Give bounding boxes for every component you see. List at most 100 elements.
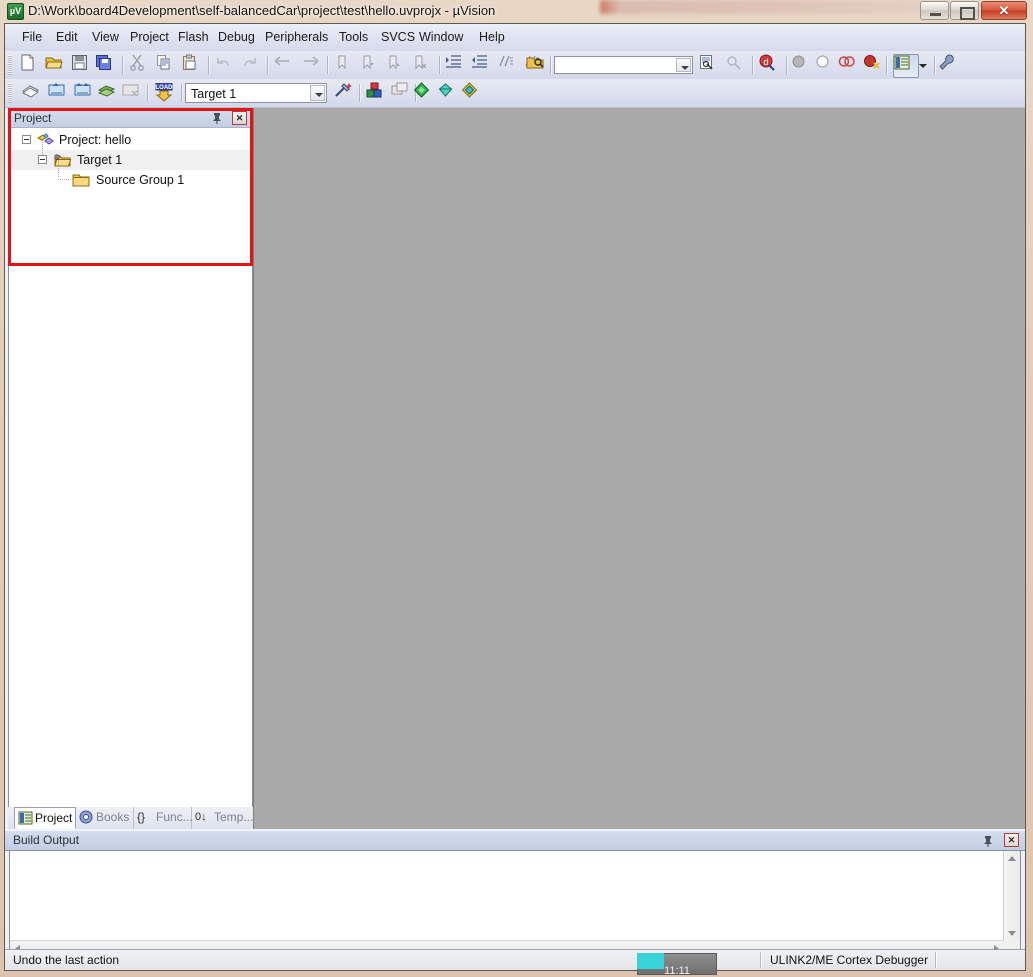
menu-view[interactable]: View [85,27,126,47]
tab-functions-label: Func... [156,810,193,824]
status-debugger: ULINK2/ME Cortex Debugger [770,952,928,968]
toolbar-separator [327,56,329,74]
chevron-down-icon[interactable] [310,85,325,101]
multi-project-icon[interactable] [391,82,413,104]
main-client-area: File Edit View Project Flash Debug Perip… [4,23,1026,971]
toolbar-separator [550,56,552,74]
indent-icon[interactable] [445,54,467,76]
taskbar-clock-peek[interactable]: 11:11 [637,953,717,975]
new-file-icon[interactable] [19,54,41,76]
expander-icon[interactable] [38,155,47,164]
menu-tools[interactable]: Tools [332,27,375,47]
build-output-vertical-scrollbar[interactable] [1003,851,1020,941]
project-panel-caption: Project [9,109,252,128]
build-output-title: Build Output [13,833,79,848]
project-tree[interactable]: Project: hello Target 1 [9,128,252,828]
tab-books[interactable]: Books [76,807,134,829]
paste-icon[interactable] [181,54,203,76]
redo-icon[interactable] [241,54,263,76]
pin-icon[interactable] [210,111,224,125]
download-icon[interactable]: LOAD [153,82,179,104]
find-in-files-icon[interactable] [526,54,548,76]
target-options-icon[interactable] [333,82,355,104]
translate-icon[interactable] [21,82,43,104]
navigate-back-icon[interactable] [273,54,295,76]
tree-item-project[interactable]: Project: hello [9,130,252,150]
copy-icon[interactable] [155,54,177,76]
stop-build-icon[interactable] [121,82,143,104]
menu-file[interactable]: File [15,27,49,47]
bookmark-prev-icon[interactable] [360,54,382,76]
toolbar-grip[interactable] [8,55,12,75]
rebuild-icon[interactable] [73,82,95,104]
menu-peripherals[interactable]: Peripherals [258,27,335,47]
batch-build-icon[interactable] [97,82,119,104]
scroll-up-icon[interactable] [1008,856,1016,861]
taskbar-clock: 11:11 [638,965,716,977]
tab-project[interactable]: Project [14,807,76,829]
disable-breakpoint-icon[interactable] [815,54,837,76]
undo-icon[interactable] [215,54,237,76]
menu-help[interactable]: Help [472,27,512,47]
tree-item-target[interactable]: Target 1 [9,150,252,170]
search-input[interactable] [554,56,693,74]
insert-breakpoint-icon[interactable] [791,54,813,76]
configuration-wrench-icon[interactable] [938,54,960,76]
tab-templates-label: Temp... [214,810,253,824]
window-manager-icon[interactable] [893,54,919,78]
save-icon[interactable] [71,54,93,76]
toolbar-separator [886,56,888,74]
close-icon[interactable] [232,111,247,125]
kill-all-breakpoints-icon[interactable] [863,54,885,76]
pack-installer-icon[interactable] [412,82,434,104]
file-toolbar: d [5,51,1025,80]
cut-icon[interactable] [129,54,151,76]
tab-templates[interactable]: 0↓ Temp... [192,807,252,829]
build-output-text[interactable] [9,850,1021,958]
open-file-icon[interactable] [45,54,67,76]
expander-icon[interactable] [22,135,31,144]
chevron-down-icon[interactable] [917,54,931,76]
toolbar-separator [934,56,936,74]
outdent-icon[interactable] [471,54,493,76]
application-window: µV D:\Work\board4Development\self-balanc… [0,0,1033,975]
menu-window[interactable]: Window [412,27,470,47]
close-button[interactable]: ✕ [981,1,1027,20]
save-all-icon[interactable] [95,54,117,76]
disable-all-breakpoints-icon[interactable] [838,54,860,76]
build-toolbar: LOAD Target 1 [5,79,1025,108]
minimize-button[interactable] [920,1,949,20]
menu-edit[interactable]: Edit [49,27,85,47]
find-next-icon[interactable] [698,54,720,76]
status-message: Undo the last action [13,952,119,968]
project-panel-tabs: Project Books {} Func... 0↓ Temp... [8,807,253,829]
manage-project-items-icon[interactable] [365,82,387,104]
tab-functions[interactable]: {} Func... [134,807,192,829]
close-icon[interactable] [1004,833,1019,847]
editor-mdi-client[interactable] [253,108,1025,829]
menu-debug[interactable]: Debug [211,27,262,47]
pin-icon[interactable] [981,834,995,848]
comment-icon[interactable] [497,54,519,76]
maximize-button[interactable] [950,1,979,20]
manage-run-time-env-icon[interactable] [460,82,482,104]
incremental-find-icon[interactable] [724,54,746,76]
bookmark-toggle-icon[interactable] [334,54,356,76]
start-debug-icon[interactable]: d [758,54,780,76]
menu-project[interactable]: Project [123,27,176,47]
target-select[interactable]: Target 1 [185,83,327,103]
toolbar-grip[interactable] [8,83,12,103]
status-bar: Undo the last action ULINK2/ME Cortex De… [5,949,1025,970]
navigate-forward-icon[interactable] [301,54,323,76]
toolbar-separator [786,56,788,74]
tree-item-source-group[interactable]: Source Group 1 [9,170,252,190]
build-icon[interactable] [47,82,69,104]
chevron-down-icon[interactable] [676,58,691,72]
scroll-down-icon[interactable] [1008,931,1016,936]
menu-flash[interactable]: Flash [171,27,216,47]
bookmark-next-icon[interactable] [386,54,408,76]
tree-item-target-label: Target 1 [77,150,122,170]
bookmark-clear-icon[interactable] [412,54,434,76]
title-bar: µV D:\Work\board4Development\self-balanc… [0,0,1033,22]
select-software-packs-icon[interactable] [436,82,458,104]
